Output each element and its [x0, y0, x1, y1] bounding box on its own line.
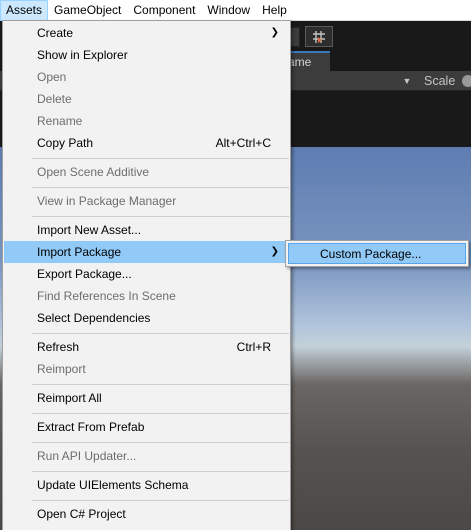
assets-dropdown-menu: Create ❯ Show in Explorer Open Delete Ren… [2, 20, 291, 530]
menu-item-show-in-explorer[interactable]: Show in Explorer [4, 44, 289, 66]
menu-item-label: Extract From Prefab [37, 420, 145, 434]
menu-item-import-new-asset[interactable]: Import New Asset... [4, 219, 289, 241]
menu-item-label: Select Dependencies [37, 311, 151, 325]
menu-item-custom-package[interactable]: Custom Package... [288, 243, 466, 264]
menu-item-rename: Rename [4, 110, 289, 132]
menu-item-label: Import Package [37, 245, 122, 259]
menu-item-reimport-all[interactable]: Reimport All [4, 387, 289, 409]
import-package-submenu: Custom Package... [285, 240, 469, 267]
menu-item-update-uielements-schema[interactable]: Update UIElements Schema [4, 474, 289, 496]
menu-separator [32, 187, 289, 188]
menu-separator [32, 158, 289, 159]
menu-item-label: Import New Asset... [37, 223, 142, 237]
menu-item-select-dependencies[interactable]: Select Dependencies [4, 307, 289, 329]
chevron-right-icon: ❯ [270, 27, 279, 38]
menu-item-open: Open [4, 66, 289, 88]
menu-item-open-scene-additive: Open Scene Additive [4, 161, 289, 183]
menu-item-label: Open C# Project [37, 507, 126, 521]
menu-item-refresh[interactable]: Refresh Ctrl+R [4, 336, 289, 358]
menu-item-export-package[interactable]: Export Package... [4, 263, 289, 285]
menu-item-label: Create [37, 26, 74, 40]
menu-separator [32, 216, 289, 217]
menu-separator [32, 471, 289, 472]
menu-item-import-package[interactable]: Import Package ❯ [4, 241, 289, 263]
main-menu-bar: Assets GameObject Component Window Help [0, 0, 471, 21]
menu-item-label: Run API Updater... [37, 449, 137, 463]
menu-item-extract-from-prefab[interactable]: Extract From Prefab [4, 416, 289, 438]
menu-item-create[interactable]: Create ❯ [4, 22, 289, 44]
menu-item-label: Copy Path [37, 136, 94, 150]
menu-item-label: Export Package... [37, 267, 132, 281]
menu-item-delete: Delete [4, 88, 289, 110]
menu-item-label: Update UIElements Schema [37, 478, 189, 492]
menu-item-label: Open Scene Additive [37, 165, 150, 179]
menu-item-copy-path[interactable]: Copy Path Alt+Ctrl+C [4, 132, 289, 154]
shortcut-label: Ctrl+R [236, 340, 271, 354]
menu-item-label: Open [37, 70, 67, 84]
menu-window[interactable]: Window [201, 0, 256, 21]
menu-assets[interactable]: Assets [0, 0, 49, 21]
menu-item-label: View in Package Manager [37, 194, 177, 208]
menu-item-label: Refresh [37, 340, 80, 354]
menu-item-view-in-package-manager: View in Package Manager [4, 190, 289, 212]
shortcut-label: Alt+Ctrl+C [215, 136, 271, 150]
menu-gameobject[interactable]: GameObject [48, 0, 127, 21]
menu-separator [32, 413, 289, 414]
menu-help[interactable]: Help [256, 0, 293, 21]
chevron-down-icon[interactable]: ▼ [398, 73, 416, 89]
menu-item-label: Reimport [37, 362, 86, 376]
menu-separator [32, 333, 289, 334]
menu-item-reimport: Reimport [4, 358, 289, 380]
menu-separator [32, 442, 289, 443]
menu-item-find-references: Find References In Scene [4, 285, 289, 307]
menu-item-label: Reimport All [37, 391, 102, 405]
scale-label: Scale [424, 74, 456, 88]
menu-item-label: Show in Explorer [37, 48, 128, 62]
menu-component[interactable]: Component [127, 0, 201, 21]
menu-item-label: Delete [37, 92, 72, 106]
grid-snap-icon[interactable] [305, 26, 333, 47]
menu-item-run-api-updater: Run API Updater... [4, 445, 289, 467]
menu-item-label: Rename [37, 114, 83, 128]
menu-separator [32, 384, 289, 385]
chevron-right-icon: ❯ [270, 246, 279, 257]
menu-item-label: Find References In Scene [37, 289, 176, 303]
menu-item-open-csharp-project[interactable]: Open C# Project [4, 503, 289, 525]
menu-separator [32, 500, 289, 501]
scale-slider-knob[interactable] [462, 75, 471, 87]
